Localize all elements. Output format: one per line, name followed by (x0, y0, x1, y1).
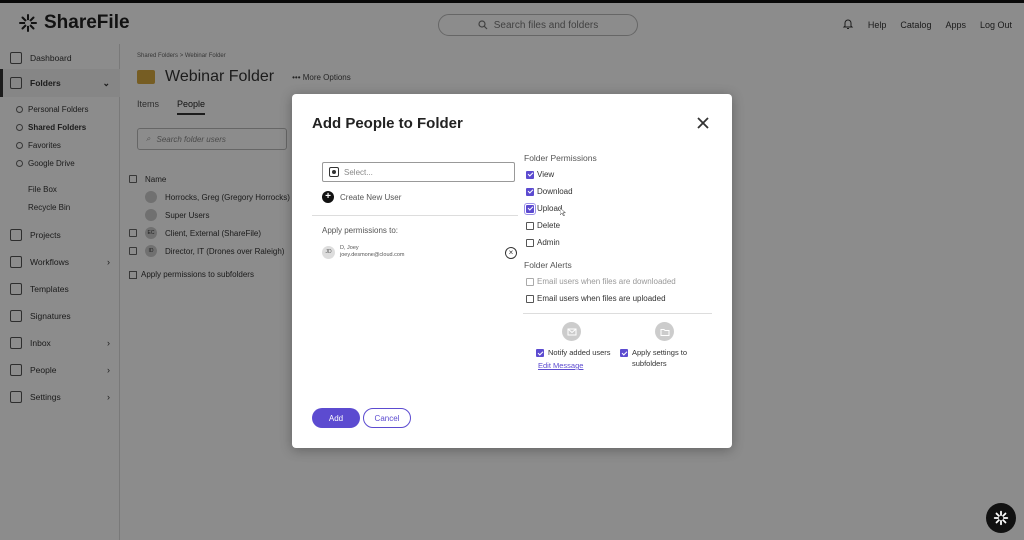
delete-checkbox[interactable] (526, 221, 534, 230)
folder-outline-icon (655, 322, 674, 341)
close-button[interactable] (694, 114, 712, 132)
add-people-dialog: Add People to Folder Select... + Create … (292, 94, 732, 448)
apply-settings-line-1: Apply settings to (632, 348, 688, 357)
admin-checkbox[interactable] (526, 238, 534, 247)
divider (523, 313, 712, 314)
email-icon (562, 322, 581, 341)
user-info: D, Joey joey.desmone@cloud.com (340, 245, 405, 260)
apply-settings-subfolders-checkbox[interactable] (620, 349, 628, 357)
avatar: JD (322, 245, 335, 259)
permission-label: Admin (537, 238, 560, 247)
permission-label: Delete (537, 221, 561, 230)
divider (312, 215, 518, 216)
cancel-button[interactable]: Cancel (363, 408, 411, 428)
alert-uploaded-checkbox[interactable] (526, 294, 534, 303)
mouse-cursor-icon (560, 208, 566, 216)
notify-added-users-checkbox[interactable] (536, 349, 544, 357)
permission-admin[interactable]: Admin (526, 238, 560, 247)
permission-label: Upload (537, 204, 563, 213)
dialog-title: Add People to Folder (312, 115, 463, 132)
notify-added-users-label: Notify added users (548, 348, 611, 357)
user-email: joey.desmone@cloud.com (340, 252, 405, 259)
alert-uploaded[interactable]: Email users when files are uploaded (526, 294, 666, 303)
create-new-user-button[interactable]: + Create New User (322, 191, 401, 203)
alert-downloaded-checkbox[interactable] (526, 277, 534, 286)
permission-view[interactable]: View (526, 170, 554, 179)
folder-alerts-heading: Folder Alerts (524, 260, 572, 270)
permission-label: Download (537, 187, 573, 196)
apply-settings-subfolders-option[interactable]: Apply settings to subfolders (620, 348, 687, 369)
selected-user-row: JD D, Joey joey.desmone@cloud.com × (322, 245, 517, 260)
create-new-user-label: Create New User (340, 192, 402, 202)
alert-downloaded[interactable]: Email users when files are downloaded (526, 277, 676, 286)
permission-label: View (537, 170, 555, 179)
user-select-placeholder: Select... (344, 167, 373, 177)
notify-added-users-option[interactable]: Notify added users (536, 348, 611, 359)
apply-settings-line-2: subfolders (632, 358, 667, 368)
user-name: D, Joey (340, 245, 359, 251)
upload-checkbox[interactable] (524, 202, 536, 215)
folder-permissions-heading: Folder Permissions (524, 153, 597, 163)
view-checkbox[interactable] (526, 170, 534, 179)
permission-delete[interactable]: Delete (526, 221, 560, 230)
alert-label: Email users when files are downloaded (537, 277, 676, 286)
plus-icon: + (322, 191, 334, 203)
apply-settings-subfolders-label: Apply settings to subfolders (632, 348, 687, 369)
close-icon (697, 117, 709, 129)
sharefile-assistant-icon (993, 510, 1009, 526)
apply-permissions-label: Apply permissions to: (322, 226, 399, 235)
assistant-launcher-button[interactable] (986, 503, 1016, 533)
permission-download[interactable]: Download (526, 187, 573, 196)
contact-card-icon (329, 167, 339, 177)
alert-label: Email users when files are uploaded (537, 294, 666, 303)
permission-upload[interactable]: Upload (524, 202, 563, 215)
remove-user-button[interactable]: × (505, 247, 517, 259)
add-button[interactable]: Add (312, 408, 360, 428)
download-checkbox[interactable] (526, 187, 534, 196)
edit-message-link[interactable]: Edit Message (538, 361, 583, 370)
user-select-input[interactable]: Select... (322, 162, 515, 182)
